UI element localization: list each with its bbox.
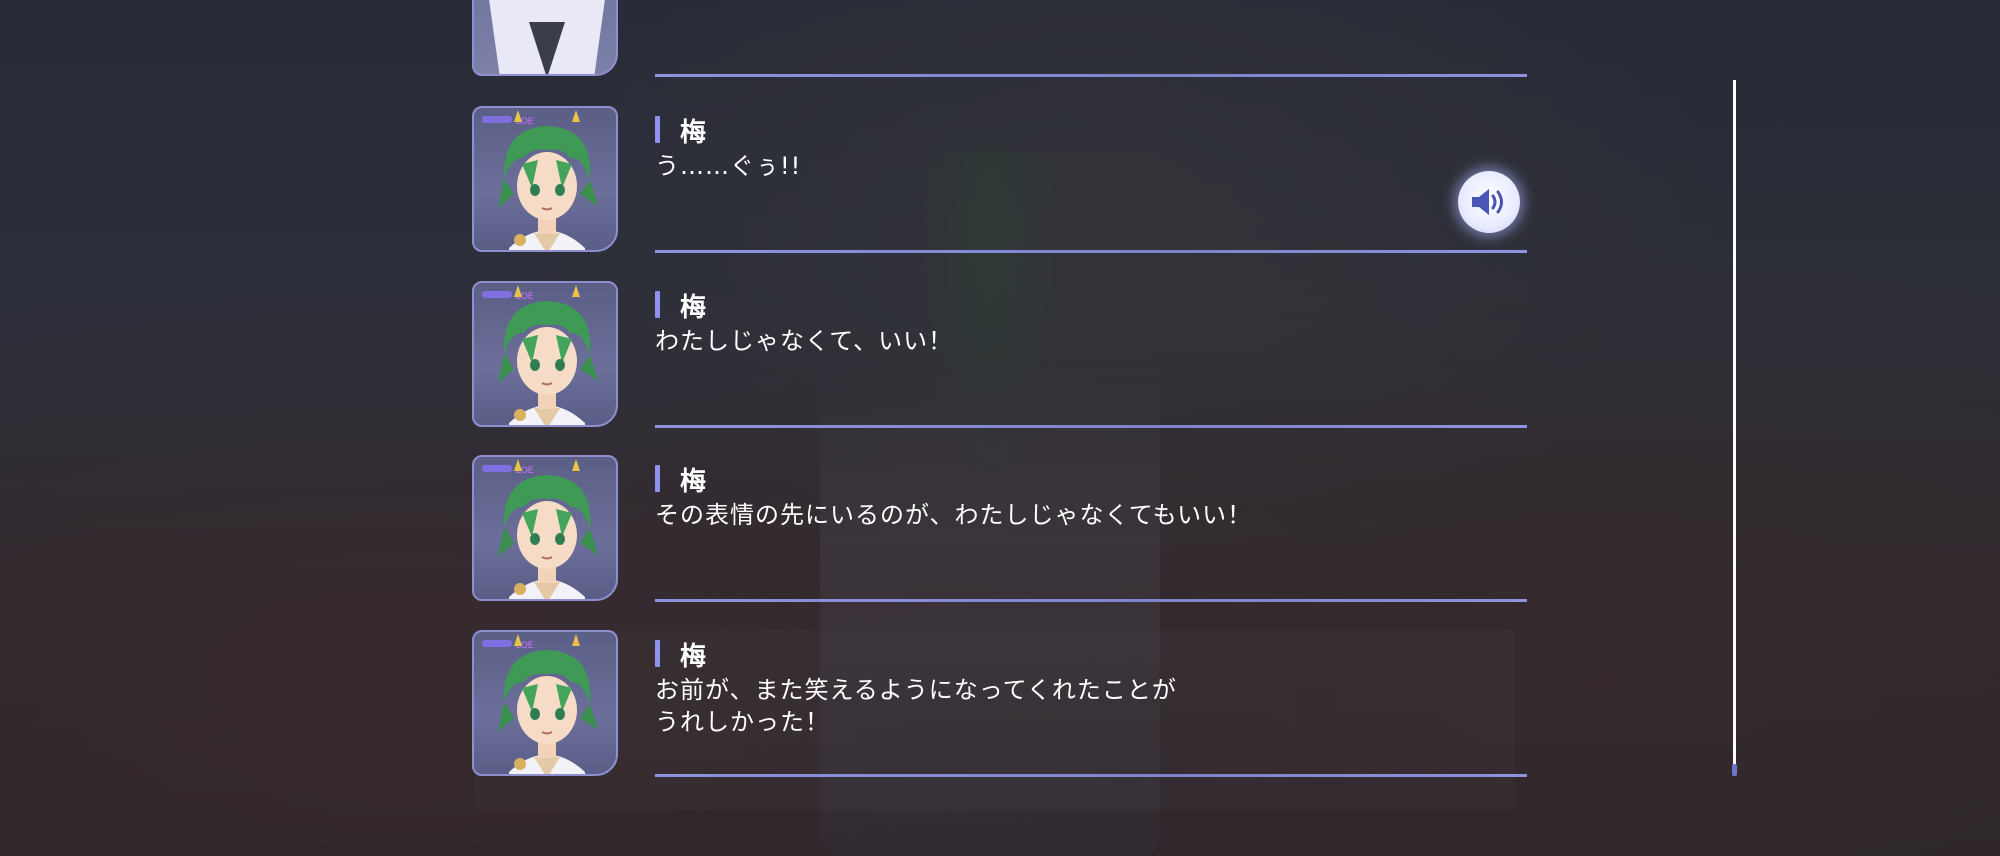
entry-divider	[655, 774, 1527, 777]
dialogue-text: う……ぐぅ!!	[655, 150, 1495, 182]
scrollbar-track[interactable]	[1733, 80, 1736, 773]
character-portrait-silver	[472, 0, 618, 76]
dialogue-text: お前が、また笑えるようになってくれたことが うれしかった！	[655, 674, 1495, 738]
speaker-icon	[1472, 189, 1503, 215]
entry-divider	[655, 74, 1527, 77]
speaker-name: 梅	[680, 642, 708, 672]
speaker-marker	[655, 291, 660, 318]
log-entry-partial[interactable]	[472, 0, 1527, 84]
dialogue-line: うれしかった！	[655, 708, 830, 736]
log-entry[interactable]: LOE 梅 う……ぐぅ!!	[472, 106, 1527, 260]
scrollbar-thumb[interactable]	[1732, 764, 1737, 776]
voice-replay-button[interactable]	[1458, 171, 1520, 233]
dialogue-line: お前が、また笑えるようになってくれたことが	[655, 676, 1177, 704]
character-portrait-ume: LOE	[472, 106, 618, 252]
character-portrait-ume: LOE	[472, 455, 618, 601]
backlog-screen: LOE 梅 う……ぐぅ!! LOE 梅 わたしじゃなくて、いい！ LOE 梅 そ…	[0, 0, 2000, 856]
dialogue-text: その表情の先にいるのが、わたしじゃなくてもいい！	[655, 499, 1495, 531]
dialogue-text: わたしじゃなくて、いい！	[655, 325, 1495, 357]
dialogue-line: う……ぐぅ!!	[655, 152, 802, 180]
log-entry[interactable]: LOE 梅 お前が、また笑えるようになってくれたことが うれしかった！	[472, 630, 1527, 784]
character-portrait-ume: LOE	[472, 281, 618, 427]
speaker-name: 梅	[680, 118, 708, 148]
dialogue-line: その表情の先にいるのが、わたしじゃなくてもいい！	[655, 501, 1253, 529]
speaker-marker	[655, 465, 660, 492]
dialogue-line: わたしじゃなくて、いい！	[655, 327, 954, 355]
log-entry[interactable]: LOE 梅 その表情の先にいるのが、わたしじゃなくてもいい！	[472, 455, 1527, 609]
log-entry[interactable]: LOE 梅 わたしじゃなくて、いい！	[472, 281, 1527, 435]
speaker-marker	[655, 640, 660, 667]
entry-divider	[655, 250, 1527, 253]
speaker-marker	[655, 116, 660, 143]
entry-divider	[655, 599, 1527, 602]
speaker-name: 梅	[680, 293, 708, 323]
entry-divider	[655, 425, 1527, 428]
speaker-name: 梅	[680, 467, 708, 497]
character-portrait-ume: LOE	[472, 630, 618, 776]
